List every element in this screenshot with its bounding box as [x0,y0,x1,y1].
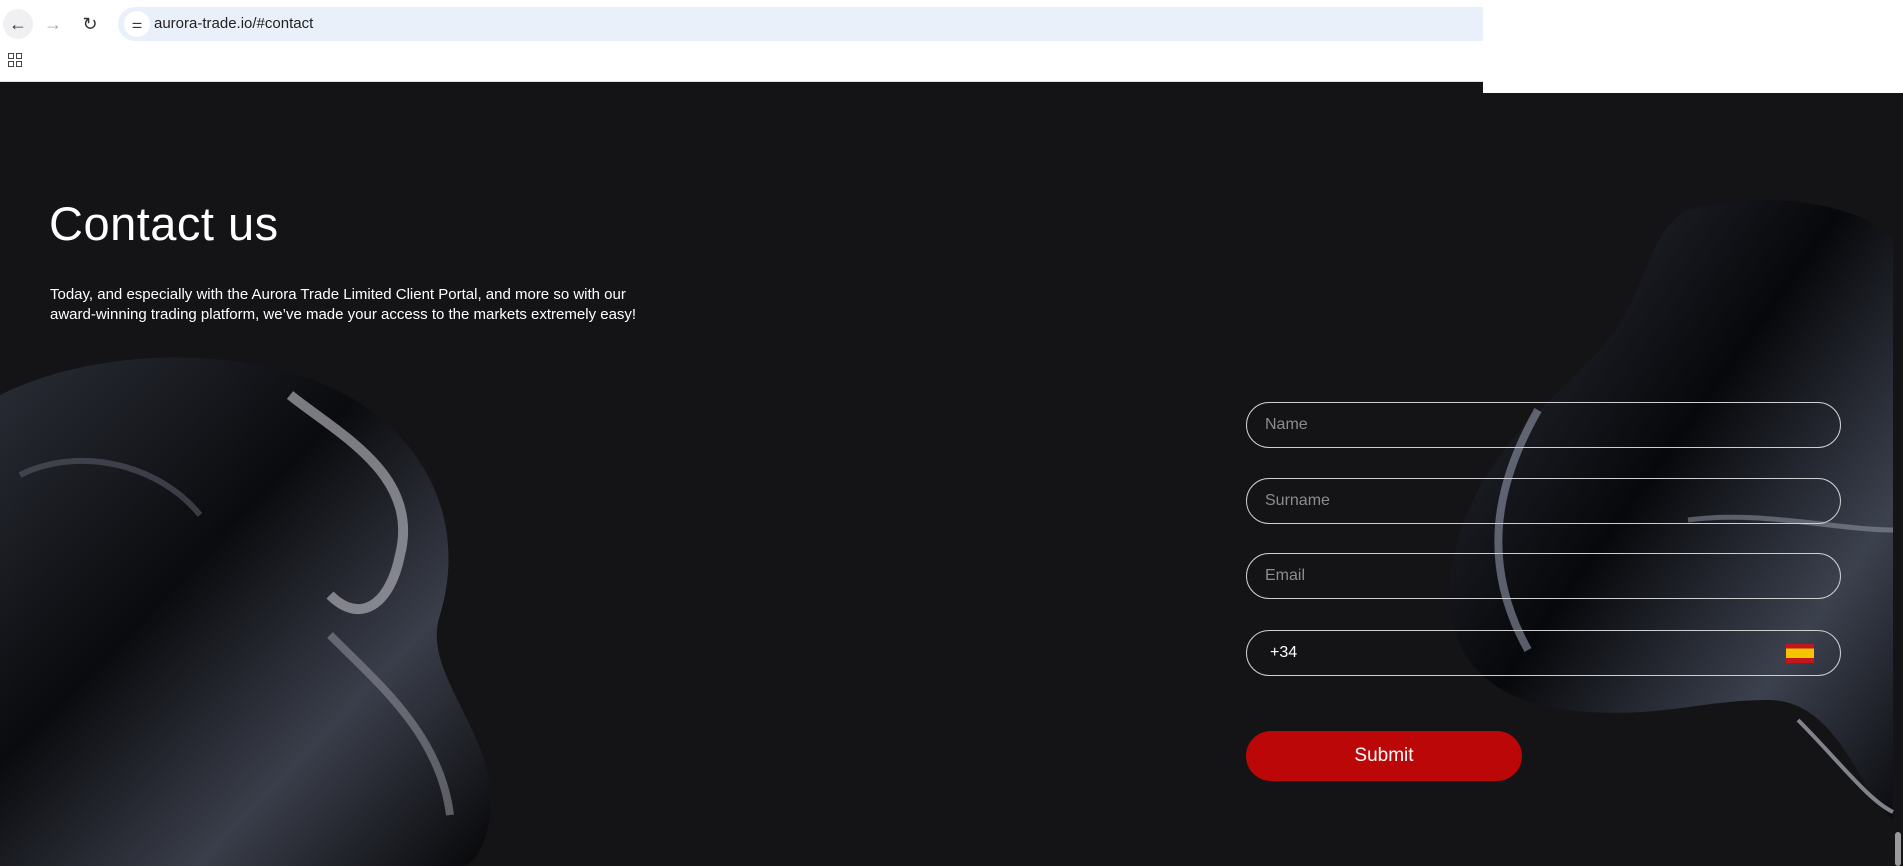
phone-country-code: +34 [1270,644,1298,661]
left-liquid-blob-image [0,357,491,866]
url-text[interactable]: aurora-trade.io/#contact [154,15,313,32]
email-placeholder: Email [1265,567,1306,584]
apps-grid-icon[interactable] [8,53,22,67]
submit-button[interactable]: Submit [1246,731,1522,781]
email-input[interactable]: Email [1246,553,1841,599]
name-input[interactable]: Name [1246,402,1841,448]
phone-input[interactable]: +34 [1246,630,1841,676]
address-bar[interactable]: ⚌ aurora-trade.io/#contact [118,7,1483,41]
reload-icon[interactable]: ↻ [75,9,105,39]
surname-placeholder: Surname [1265,492,1330,509]
page-title: Contact us [49,197,279,250]
site-settings-icon[interactable]: ⚌ [124,11,150,37]
blank-area [1483,0,1903,93]
surname-input[interactable]: Surname [1246,478,1841,524]
back-icon[interactable]: ← [3,9,33,39]
intro-text: Today, and especially with the Aurora Tr… [50,286,637,323]
forward-icon[interactable]: → [38,9,68,39]
name-placeholder: Name [1265,416,1308,433]
scrollbar[interactable] [1895,832,1901,866]
spain-flag-icon[interactable] [1786,644,1814,663]
